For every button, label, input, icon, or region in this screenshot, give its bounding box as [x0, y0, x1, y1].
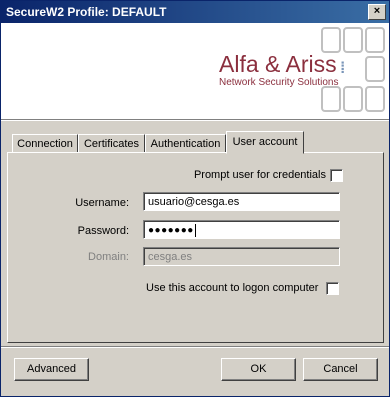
domain-field: cesga.es: [143, 247, 340, 266]
password-mask: ●●●●●●●: [148, 225, 194, 236]
domain-label: Domain:: [88, 251, 129, 263]
ok-button[interactable]: OK: [221, 358, 296, 381]
profile-dialog: SecureW2 Profile: DEFAULT × Alfa & Ariss…: [0, 0, 390, 397]
tab-user-account[interactable]: User account: [226, 131, 304, 154]
username-label: Username:: [75, 197, 129, 209]
tab-authentication[interactable]: Authentication: [145, 134, 226, 154]
password-field[interactable]: ●●●●●●●: [143, 220, 340, 239]
title-bar[interactable]: SecureW2 Profile: DEFAULT ×: [1, 1, 389, 23]
logo-mark-icon: ⁞: [340, 60, 346, 77]
cancel-button[interactable]: Cancel: [303, 358, 378, 381]
prompt-credentials-checkbox[interactable]: [330, 169, 343, 182]
banner: Alfa & Ariss Network Security Solutions …: [1, 23, 389, 119]
logo-name: Alfa & Ariss: [219, 51, 337, 77]
window-title: SecureW2 Profile: DEFAULT: [6, 5, 167, 19]
logo-tagline: Network Security Solutions: [219, 77, 339, 88]
tab-certificates[interactable]: Certificates: [78, 134, 145, 154]
advanced-button[interactable]: Advanced: [14, 358, 89, 381]
banner-divider: [1, 119, 389, 121]
user-account-panel: Prompt user for credentials Username: us…: [7, 152, 384, 343]
username-field[interactable]: usuario@cesga.es: [143, 192, 340, 211]
text-caret: [194, 223, 196, 237]
close-button[interactable]: ×: [368, 4, 386, 20]
prompt-credentials-label: Prompt user for credentials: [193, 169, 326, 181]
password-label: Password:: [77, 225, 129, 237]
logon-computer-label: Use this account to logon computer: [146, 282, 319, 294]
tab-connection[interactable]: Connection: [12, 134, 78, 154]
footer-divider: [1, 346, 389, 348]
logon-computer-checkbox[interactable]: [326, 282, 339, 295]
